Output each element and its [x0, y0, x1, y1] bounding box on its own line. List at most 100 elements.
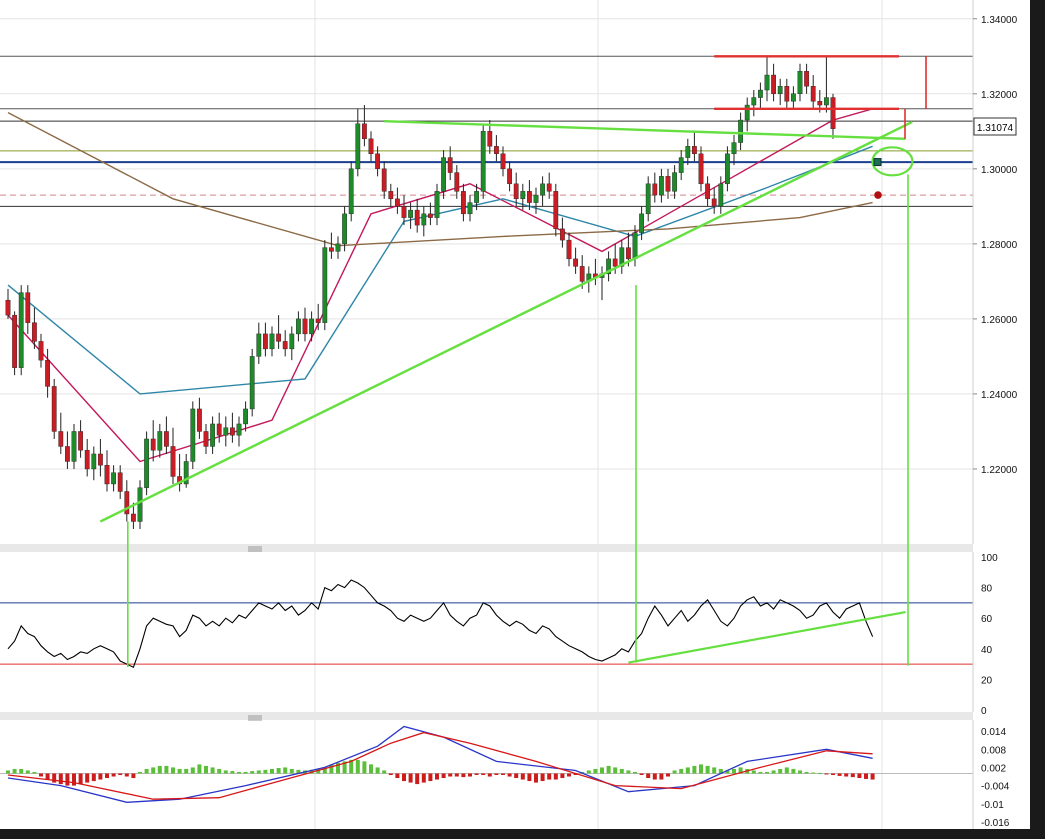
histogram-bar [98, 773, 103, 780]
candle-body [170, 446, 176, 477]
histogram-bar [58, 773, 63, 785]
candle-body [500, 153, 506, 170]
histogram-bar [699, 764, 703, 774]
histogram-bar [395, 773, 400, 779]
chart-window: 1.34000 1.32000 1.30000 1.28000 1.26000 1.240… [0, 0, 1045, 834]
histogram-bar [692, 765, 697, 774]
histogram-bar [256, 770, 261, 774]
histogram-bar [441, 773, 446, 779]
histogram-bar [217, 768, 222, 774]
candle-body [229, 427, 235, 436]
candle-body [137, 487, 143, 522]
histogram-bar [494, 773, 499, 775]
histogram-bar [540, 773, 545, 782]
candle-body [32, 322, 37, 342]
candle-body [797, 71, 803, 94]
candle-body [447, 157, 453, 173]
candle-body [117, 472, 123, 492]
histogram-bar [487, 773, 492, 777]
histogram-bar [144, 768, 149, 774]
candle-body [362, 123, 367, 140]
panel-divider[interactable] [0, 544, 973, 552]
candle-body [210, 423, 215, 447]
candle-body [533, 194, 539, 203]
candle-body [111, 472, 117, 485]
histogram-bar [415, 773, 420, 785]
candle-body [243, 408, 248, 425]
histogram-bar [837, 773, 842, 776]
candle-body [216, 423, 222, 436]
histogram-bar [375, 767, 380, 774]
histogram-bar [527, 773, 532, 782]
candle-body [494, 146, 499, 155]
candle-body [474, 191, 479, 203]
candle-body [150, 438, 156, 451]
histogram-bar [204, 765, 208, 774]
histogram-bar [428, 773, 433, 782]
histogram-bar [824, 773, 829, 775]
histogram-bar [118, 773, 123, 775]
price-tick-label: 1.26000 [981, 315, 1018, 326]
histogram-bar [666, 773, 670, 777]
histogram-bar [263, 769, 268, 774]
candle-body [692, 146, 697, 155]
histogram-bar [672, 770, 677, 774]
candle-body [632, 232, 638, 260]
histogram-bar [553, 773, 558, 780]
histogram-bar [408, 773, 413, 783]
histogram-bar [514, 773, 519, 779]
histogram-bar [151, 767, 156, 774]
macd-tick-label: -0.016 [981, 818, 1010, 829]
candle-body [685, 146, 691, 158]
candle-body [249, 356, 255, 410]
candle-body [434, 191, 440, 218]
histogram-bar [685, 767, 690, 774]
histogram-bar [606, 765, 611, 774]
candle-body [335, 243, 341, 252]
candle-body [223, 427, 229, 436]
histogram-bar [765, 771, 769, 774]
candle-body [196, 408, 202, 432]
histogram-bar [501, 773, 505, 775]
candle-body [5, 299, 11, 316]
panel-divider[interactable] [0, 712, 973, 721]
histogram-bar [844, 773, 849, 777]
candle-body [678, 157, 684, 173]
candle-body [698, 153, 704, 185]
candle-body [51, 386, 57, 432]
candle-body [282, 341, 288, 350]
histogram-bar [481, 773, 486, 775]
candle-body [612, 258, 618, 267]
candle-body [104, 465, 110, 485]
histogram-bar [190, 767, 195, 774]
candle-body [421, 213, 427, 226]
histogram-bar [652, 773, 657, 780]
histogram-bar [593, 768, 598, 774]
histogram-bar [355, 759, 360, 774]
histogram-bar [567, 773, 571, 777]
level-marker-square [873, 158, 882, 167]
candle-body [157, 431, 163, 451]
candle-body [725, 153, 730, 185]
candle-body [269, 333, 275, 350]
histogram-bar [6, 770, 10, 774]
histogram-bar [32, 771, 37, 774]
histogram-bar [39, 773, 43, 777]
candle-body [71, 431, 77, 462]
histogram-bar [758, 771, 763, 774]
candle-body [804, 71, 810, 87]
histogram-bar [751, 770, 756, 774]
histogram-bar [157, 765, 162, 774]
candle-body [758, 89, 763, 98]
histogram-bar [811, 772, 816, 774]
oscillator-tick-label: 80 [981, 584, 993, 595]
histogram-bar [857, 773, 862, 779]
histogram-bar [613, 767, 618, 774]
candle-body [18, 292, 24, 368]
oscillator-tick-label: 60 [981, 614, 993, 625]
candle-body [672, 172, 678, 192]
last-price-tag: 1.31074 [973, 117, 1017, 136]
candle-body [731, 142, 737, 155]
histogram-bar [243, 771, 248, 774]
histogram-bar [560, 773, 565, 779]
